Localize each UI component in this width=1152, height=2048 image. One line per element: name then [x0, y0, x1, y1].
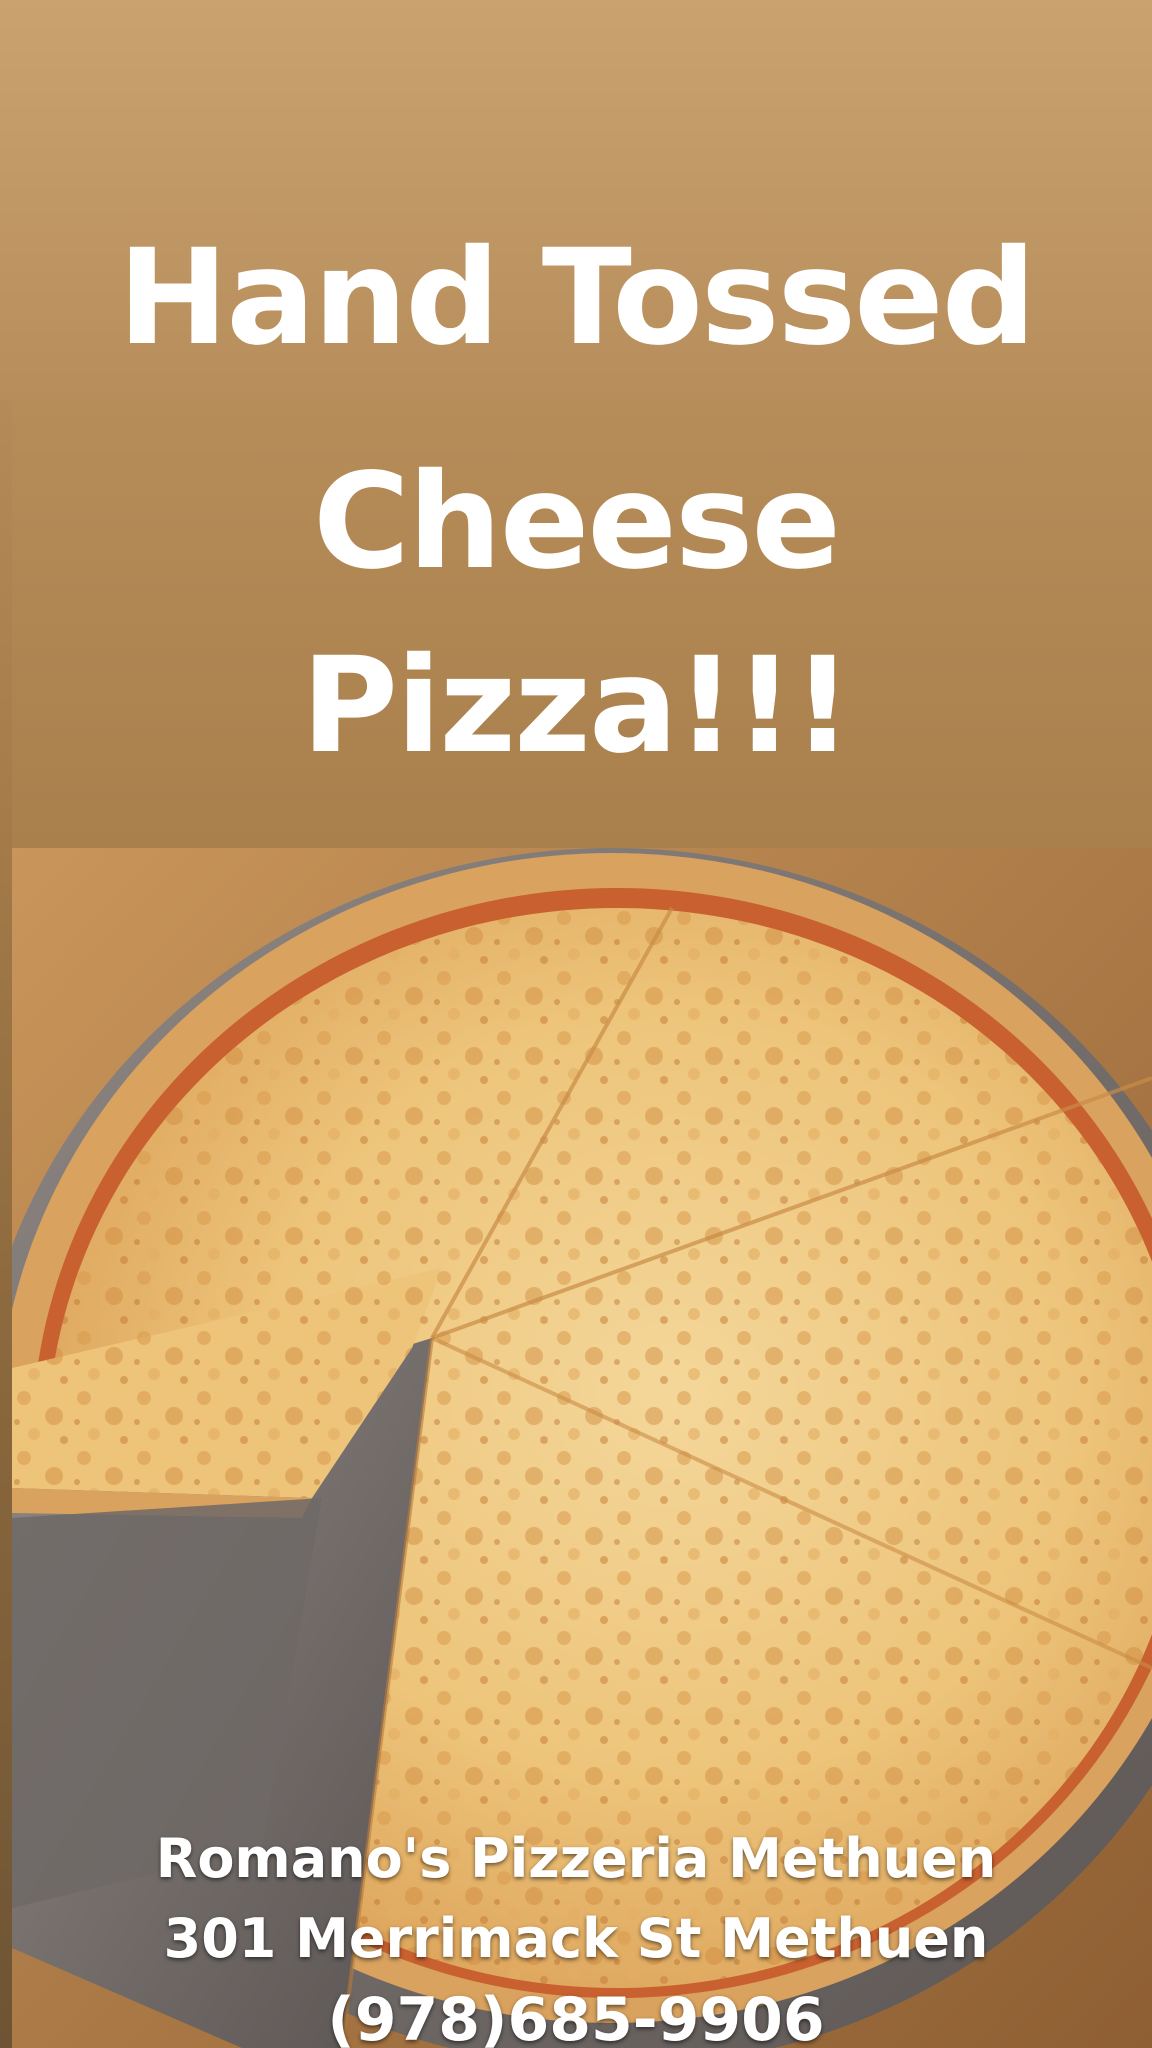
- story-canvas: Hand Tossed Cheese Pizza!!! Romano's Piz…: [0, 0, 1152, 2048]
- headline-line-1: Hand Tossed: [117, 221, 1036, 375]
- phone-number: (978)685-9906: [327, 1985, 825, 2048]
- headline-line-2: Cheese: [313, 445, 841, 599]
- business-name: Romano's Pizzeria Methuen: [155, 1827, 997, 1890]
- headline-line-3: Pizza!!!: [301, 629, 852, 783]
- street-address: 301 Merrimack St Methuen: [163, 1907, 989, 1970]
